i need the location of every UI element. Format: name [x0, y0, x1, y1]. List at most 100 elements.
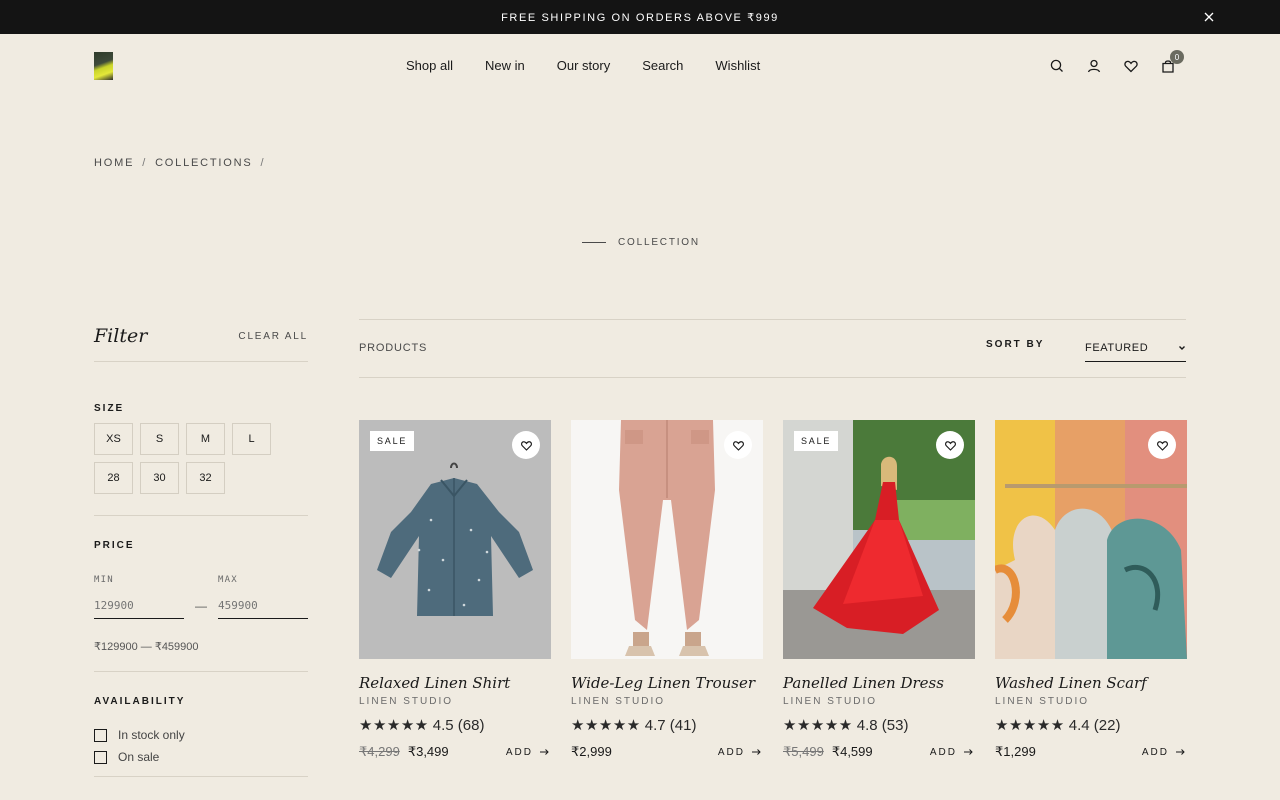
price-range-text: ₹129900 — ₹459900	[94, 641, 199, 653]
heart-icon	[732, 440, 744, 451]
on-sale-label: On sale	[118, 750, 160, 764]
heart-icon[interactable]	[1123, 58, 1139, 74]
search-icon[interactable]	[1049, 58, 1065, 74]
price-max-input[interactable]	[218, 593, 308, 619]
product-card[interactable]: Washed Linen Scarf LINEN STUDIO ★★★★★ 4.…	[995, 420, 1187, 760]
on-sale-checkbox[interactable]	[94, 750, 107, 764]
account-icon[interactable]	[1086, 58, 1102, 74]
breadcrumb-collections[interactable]: COLLECTIONS	[155, 157, 252, 169]
original-price: ₹5,499	[783, 744, 824, 759]
add-label: ADD	[929, 746, 957, 758]
star-rating-icon: ★★★★★	[359, 717, 429, 734]
wishlist-button[interactable]	[724, 431, 752, 459]
sale-badge: SALE	[794, 431, 839, 451]
product-brand: LINEN STUDIO	[571, 696, 666, 707]
size-options: XS S M L 28 30 32	[94, 423, 294, 501]
heart-icon	[944, 440, 956, 451]
close-icon[interactable]	[1202, 10, 1216, 24]
price-max-label: MAX	[218, 575, 238, 585]
product-rating: ★★★★★ 4.7 (41)	[571, 716, 763, 735]
heart-icon	[1156, 440, 1168, 451]
product-image[interactable]: SALE	[359, 420, 551, 659]
product-footer: ₹5,499 ₹4,599 ADD	[783, 744, 975, 760]
review-count: (41)	[669, 716, 697, 734]
wishlist-button[interactable]	[936, 431, 964, 459]
nav-search[interactable]: Search	[642, 58, 683, 73]
product-card[interactable]: SALE Relaxed Linen Shirt LINEN STUDIO ★★…	[359, 420, 551, 760]
breadcrumb-home[interactable]: HOME	[94, 157, 134, 169]
sale-price: ₹4,599	[831, 744, 873, 759]
add-label: ADD	[717, 746, 745, 758]
sort-value: FEATURED	[1085, 341, 1149, 354]
product-name[interactable]: Washed Linen Scarf	[995, 674, 1187, 692]
product-name[interactable]: Wide-Leg Linen Trouser	[571, 674, 763, 692]
product-name[interactable]: Relaxed Linen Shirt	[359, 674, 551, 692]
divider	[94, 776, 308, 777]
in-stock-option[interactable]: In stock only	[94, 724, 308, 746]
cart-button[interactable]: 0	[1160, 50, 1184, 74]
product-footer: ₹1,299 ADD	[995, 744, 1187, 760]
product-price: ₹1,299	[995, 744, 1036, 760]
product-image[interactable]	[571, 420, 763, 659]
product-brand: LINEN STUDIO	[783, 696, 878, 707]
rating-value: 4.7	[644, 716, 666, 734]
add-to-cart-button[interactable]: ADD	[506, 747, 551, 758]
nav-our-story[interactable]: Our story	[557, 58, 610, 73]
in-stock-checkbox[interactable]	[94, 728, 107, 742]
breadcrumb-separator: /	[260, 157, 266, 169]
in-stock-label: In stock only	[118, 728, 185, 742]
divider	[94, 515, 308, 516]
rating-value: 4.4	[1068, 716, 1090, 734]
collection-eyebrow: COLLECTION	[582, 237, 700, 248]
breadcrumb-separator: /	[142, 157, 148, 169]
clear-all-button[interactable]: CLEAR ALL	[238, 331, 308, 342]
sort-select[interactable]: FEATURED	[1085, 334, 1186, 362]
cart-count-badge: 0	[1170, 50, 1184, 64]
size-title: SIZE	[94, 403, 125, 414]
add-to-cart-button[interactable]: ADD	[1142, 747, 1187, 758]
product-card[interactable]: SALE Panelled Linen Dress LINEN STUDIO ★…	[783, 420, 975, 760]
price-max-field: MAX	[218, 575, 308, 619]
product-brand: LINEN STUDIO	[995, 696, 1090, 707]
arrow-right-icon	[1176, 749, 1185, 755]
product-image[interactable]: SALE	[783, 420, 975, 659]
size-option-s[interactable]: S	[140, 423, 179, 455]
nav-wishlist[interactable]: Wishlist	[715, 58, 760, 73]
price-min-input[interactable]	[94, 593, 184, 619]
add-to-cart-button[interactable]: ADD	[718, 747, 763, 758]
sale-badge: SALE	[370, 431, 415, 451]
rating-value: 4.8	[856, 716, 878, 734]
star-rating-icon: ★★★★★	[571, 717, 641, 734]
product-name[interactable]: Panelled Linen Dress	[783, 674, 975, 692]
size-option-30[interactable]: 30	[140, 462, 179, 494]
site-header: Shop all New in Our story Search Wishlis…	[0, 34, 1280, 98]
size-option-m[interactable]: M	[186, 423, 225, 455]
sale-price: ₹2,999	[571, 744, 612, 759]
size-option-xs[interactable]: XS	[94, 423, 133, 455]
wishlist-button[interactable]	[512, 431, 540, 459]
main-nav: Shop all New in Our story Search Wishlis…	[390, 58, 776, 73]
on-sale-option[interactable]: On sale	[94, 746, 308, 768]
star-rating-icon: ★★★★★	[995, 717, 1065, 734]
product-price: ₹5,499 ₹4,599	[783, 744, 873, 760]
toolbar-divider-top	[359, 319, 1186, 320]
toolbar-divider-bottom	[359, 377, 1186, 378]
logo[interactable]	[94, 52, 113, 80]
star-rating-icon: ★★★★★	[783, 717, 853, 734]
filter-title: Filter	[94, 325, 148, 347]
product-image[interactable]	[995, 420, 1187, 659]
announcement-text: FREE SHIPPING ON ORDERS ABOVE ₹999	[501, 11, 779, 24]
add-to-cart-button[interactable]: ADD	[930, 747, 975, 758]
divider	[94, 671, 308, 672]
size-option-32[interactable]: 32	[186, 462, 225, 494]
chevron-down-icon	[1179, 345, 1185, 350]
arrow-right-icon	[540, 749, 549, 755]
nav-shop-all[interactable]: Shop all	[406, 58, 453, 73]
size-option-28[interactable]: 28	[94, 462, 133, 494]
product-rating: ★★★★★ 4.8 (53)	[783, 716, 975, 735]
wishlist-button[interactable]	[1148, 431, 1176, 459]
product-card[interactable]: Wide-Leg Linen Trouser LINEN STUDIO ★★★★…	[571, 420, 763, 760]
divider	[94, 361, 308, 362]
size-option-l[interactable]: L	[232, 423, 271, 455]
nav-new-in[interactable]: New in	[485, 58, 525, 73]
